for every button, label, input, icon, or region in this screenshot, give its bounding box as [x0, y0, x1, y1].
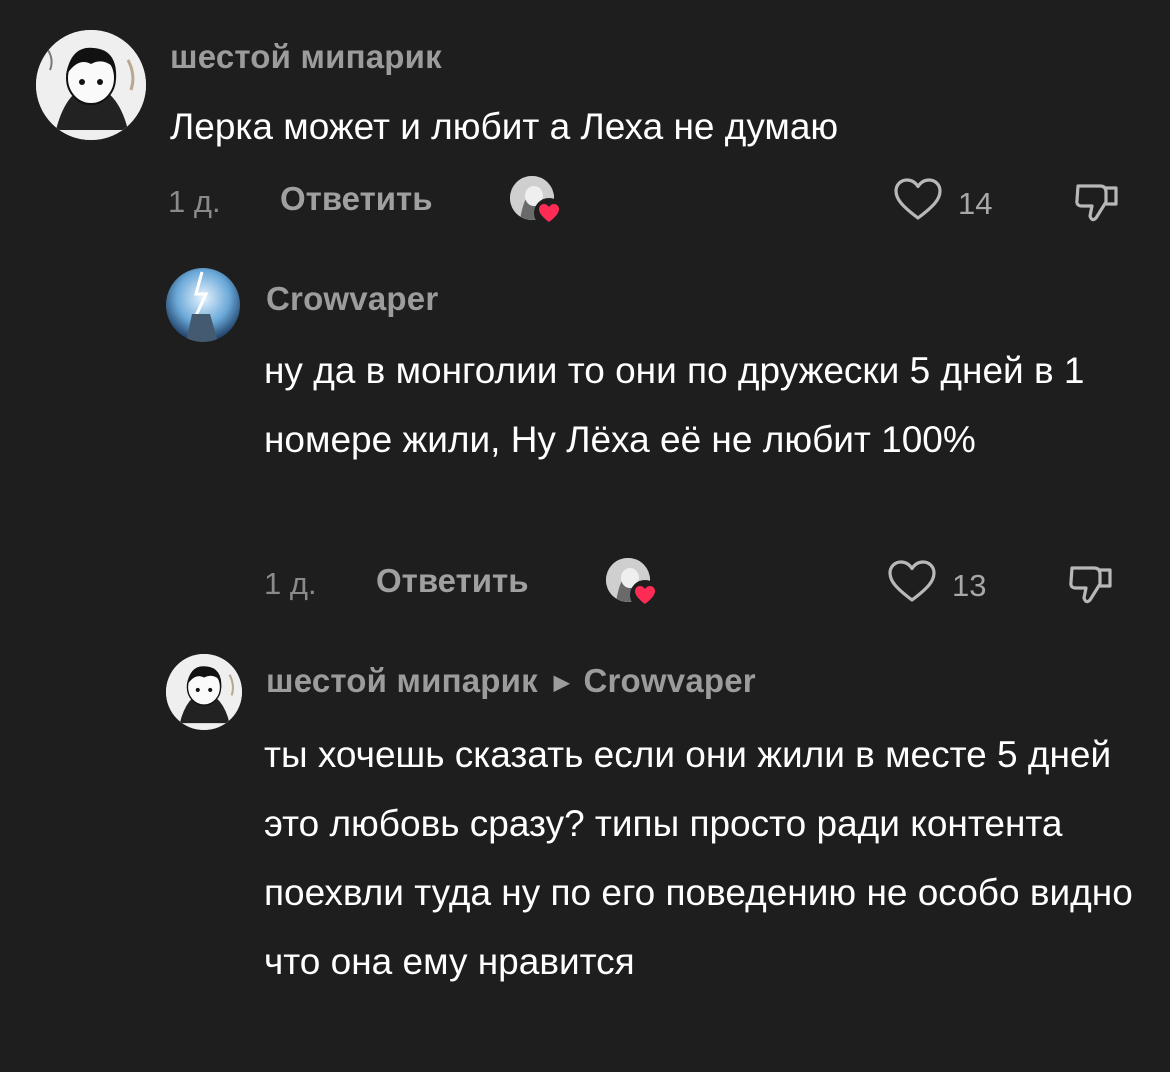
comment-text: ты хочешь сказать если они жили в месте …	[264, 734, 1133, 982]
lightning-avatar-icon	[166, 268, 240, 342]
comment-time: 1 д.	[264, 566, 317, 601]
heart-badge	[630, 580, 660, 610]
author-liked-avatar	[510, 176, 564, 228]
comment-author[interactable]: Crowvaper	[266, 280, 438, 318]
comment-time: 1 д.	[168, 184, 221, 219]
comment-author[interactable]: шестой мипарик	[266, 662, 538, 699]
comment-actions: 1 д. Ответить 13	[0, 558, 1170, 610]
author-liked-avatar	[606, 558, 660, 610]
heart-outline-icon[interactable]	[886, 558, 938, 604]
thumbs-down-icon[interactable]	[1066, 558, 1116, 608]
comment-author[interactable]: шестой мипарик	[170, 38, 442, 76]
anime-avatar-icon	[166, 654, 242, 730]
heart-badge	[534, 198, 564, 228]
anime-avatar-icon	[36, 30, 146, 140]
user-avatar-anime[interactable]	[166, 654, 242, 730]
caret-right-icon: ▶	[553, 672, 570, 694]
like-count: 14	[958, 186, 993, 221]
thumbs-down-icon[interactable]	[1072, 176, 1122, 226]
comment-author-line: шестой мипарик ▶ Crowvaper	[266, 662, 756, 700]
comment-text: Лерка может и любит а Леха не думаю	[170, 106, 839, 147]
heart-outline-icon[interactable]	[892, 176, 944, 222]
comment-text: ну да в монголии то они по дружески 5 дн…	[264, 350, 1085, 460]
heart-filled-icon	[539, 204, 559, 222]
reply-button[interactable]: Ответить	[280, 180, 433, 218]
user-avatar-lightning[interactable]	[166, 268, 240, 342]
comment-actions: 1 д. Ответить 14	[0, 176, 1170, 228]
reply-target-user[interactable]: Crowvaper	[583, 662, 755, 699]
heart-filled-icon	[635, 586, 655, 604]
reply-button[interactable]: Ответить	[376, 562, 529, 600]
like-count: 13	[952, 568, 987, 603]
user-avatar-anime[interactable]	[36, 30, 146, 140]
